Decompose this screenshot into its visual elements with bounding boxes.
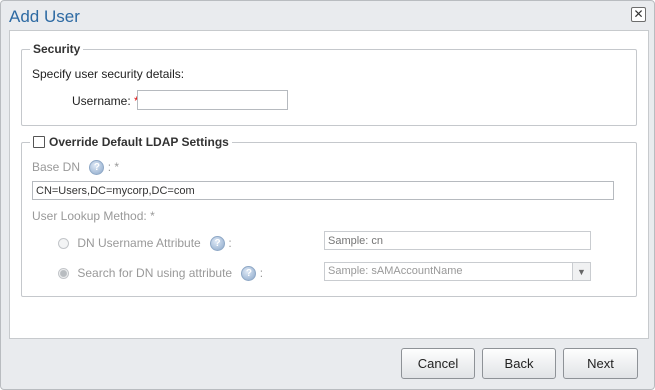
base-dn-label-row: Base DN ? : * — [32, 160, 120, 176]
dn-username-suffix: : — [228, 236, 232, 250]
dialog-title: Add User — [9, 7, 80, 26]
option-search-dn-row: Search for DN using attribute ? : — [58, 266, 264, 282]
override-ldap-checkbox[interactable] — [33, 136, 45, 148]
search-attribute-placeholder: Sample: sAMAccountName — [328, 265, 463, 277]
username-label-row: Username: * — [72, 94, 139, 108]
help-icon[interactable]: ? — [241, 266, 257, 282]
next-button[interactable]: Next — [563, 348, 638, 379]
override-ldap-label: Override Default LDAP Settings — [49, 135, 229, 149]
back-button[interactable]: Back — [482, 348, 556, 379]
base-dn-suffix: : — [107, 160, 112, 174]
base-dn-label: Base DN — [32, 160, 81, 174]
security-fieldset: Security — [21, 42, 637, 126]
dn-username-radio[interactable] — [58, 238, 69, 250]
search-dn-suffix: : — [259, 266, 264, 280]
help-icon[interactable]: ? — [89, 160, 105, 176]
close-icon[interactable]: ✕ — [631, 7, 646, 22]
search-dn-radio[interactable] — [58, 268, 69, 280]
username-label: Username: — [72, 94, 131, 108]
username-input[interactable] — [137, 90, 288, 110]
cancel-button[interactable]: Cancel — [401, 348, 475, 379]
security-legend: Security — [33, 42, 81, 56]
add-user-dialog: Add User ✕ Security Specify user securit… — [0, 0, 655, 390]
search-dn-label: Search for DN using attribute — [77, 266, 233, 280]
ldap-legend: Override Default LDAP Settings — [30, 135, 232, 149]
dn-username-label: DN Username Attribute — [77, 236, 201, 250]
lookup-label-row: User Lookup Method: * — [32, 209, 155, 223]
base-dn-input[interactable] — [32, 181, 614, 200]
base-dn-required: * — [114, 160, 120, 174]
option-dn-username-row: DN Username Attribute ? : — [58, 236, 232, 252]
security-instructions: Specify user security details: — [32, 67, 185, 81]
lookup-required: * — [150, 209, 155, 223]
dialog-body: Security Specify user security details: … — [9, 30, 649, 339]
help-icon[interactable]: ? — [210, 236, 226, 252]
chevron-down-icon[interactable]: ▼ — [572, 263, 590, 280]
search-attribute-select[interactable]: Sample: sAMAccountName ▼ — [324, 262, 591, 281]
lookup-method-label: User Lookup Method: — [32, 209, 147, 223]
dn-username-attribute-input[interactable] — [324, 231, 591, 250]
